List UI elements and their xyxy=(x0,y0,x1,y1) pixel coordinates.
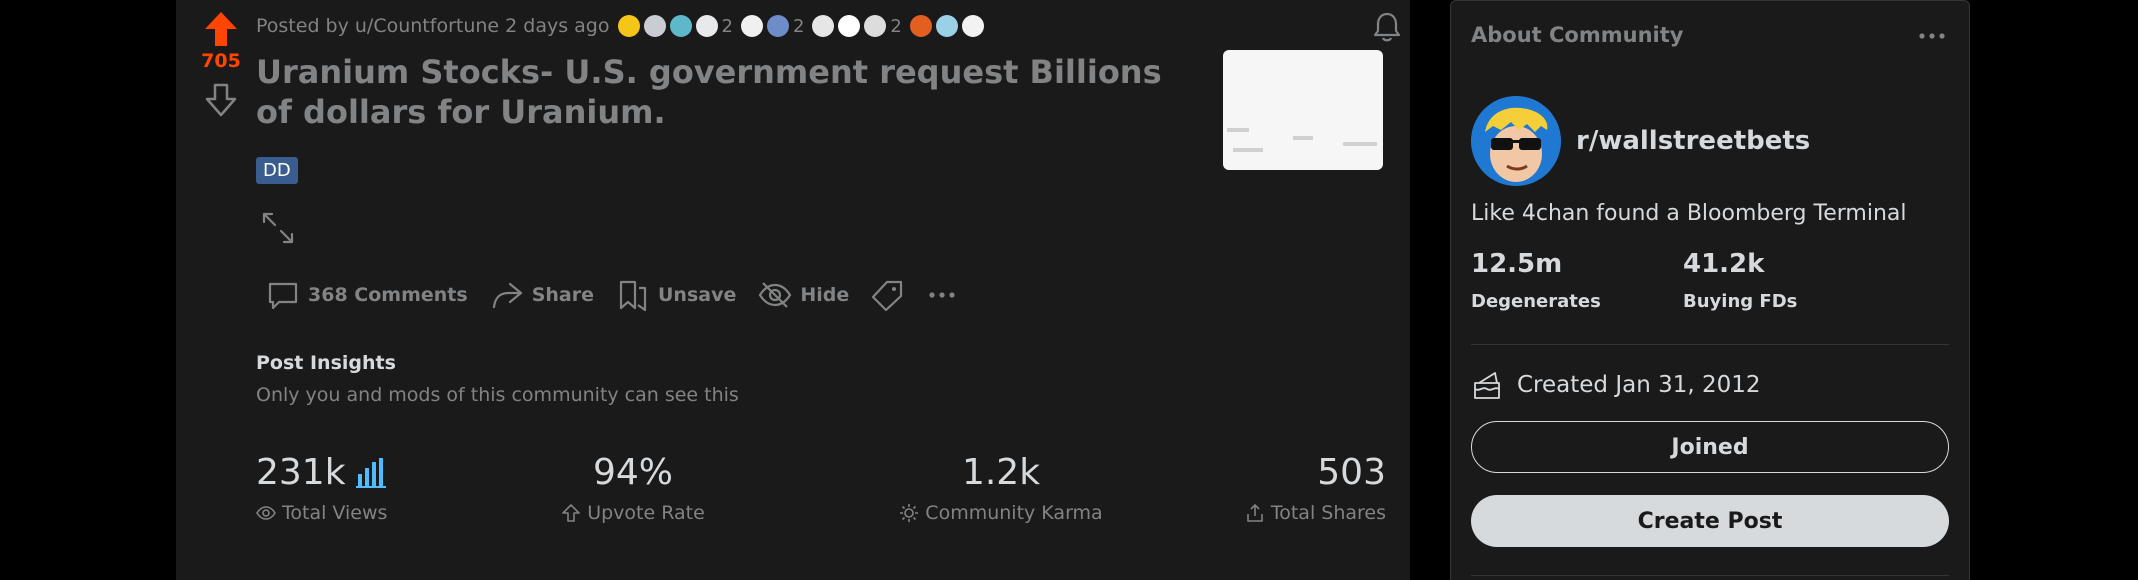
community-description: Like 4chan found a Bloomberg Terminal xyxy=(1471,201,1907,226)
stat-value: 503 xyxy=(1317,451,1386,493)
eye-icon xyxy=(256,506,276,520)
stat-upvote-rate: 94% Upvote Rate xyxy=(504,448,762,524)
post-actions: 368 Comments Share Unsave Hide xyxy=(260,272,963,318)
vote-score: 705 xyxy=(201,50,241,72)
stat-total-shares: 503 Total Shares xyxy=(1245,448,1386,524)
community-avatar[interactable] xyxy=(1471,96,1561,186)
statue-award-icon[interactable] xyxy=(935,15,958,37)
comments-button[interactable]: 368 Comments xyxy=(260,272,474,318)
more-options-icon[interactable] xyxy=(1915,19,1949,53)
comment-icon xyxy=(268,282,298,310)
stat-value: 94% xyxy=(592,451,673,493)
online-label: Buying FDs xyxy=(1683,291,1798,312)
upvote-outline-icon xyxy=(562,504,581,522)
awards-row[interactable]: 2 2 2 xyxy=(617,15,984,37)
ghost-award-icon[interactable] xyxy=(740,15,763,37)
share-button[interactable]: Share xyxy=(484,272,600,318)
created-date: Created Jan 31, 2012 xyxy=(1471,369,1761,401)
post-card: 705 Posted by u/Countfortune 2 days ago … xyxy=(176,0,1410,580)
share-label: Share xyxy=(531,284,594,306)
share-icon xyxy=(492,282,522,309)
unsave-label: Unsave xyxy=(657,284,737,306)
hide-label: Hide xyxy=(800,284,850,306)
award-count: 2 xyxy=(890,15,902,37)
stat-label: Community Karma xyxy=(925,502,1103,524)
comments-label: 368 Comments xyxy=(308,284,468,306)
bell-icon[interactable] xyxy=(1370,10,1404,44)
award-count: 2 xyxy=(792,15,805,37)
cake-icon xyxy=(1474,372,1500,399)
cloud-award-icon[interactable] xyxy=(812,15,835,37)
tag-button[interactable] xyxy=(865,272,911,318)
post-meta: Posted by u/Countfortune 2 days ago 2 2 2 xyxy=(256,10,984,42)
post-thumbnail[interactable] xyxy=(1223,50,1383,170)
expand-icon[interactable] xyxy=(260,210,296,246)
silver-award-icon[interactable] xyxy=(643,15,666,37)
downvote-arrow-icon[interactable] xyxy=(203,82,239,118)
members-label: Degenerates xyxy=(1471,291,1601,312)
sidebar-header: About Community xyxy=(1471,23,1684,47)
gold-award-icon[interactable] xyxy=(617,15,640,37)
stat-label: Upvote Rate xyxy=(587,502,705,524)
about-community-sidebar: About Community r/wallstreetbets Like 4c… xyxy=(1450,0,1970,580)
snoo-award-icon[interactable] xyxy=(961,15,984,37)
joined-button[interactable]: Joined xyxy=(1471,421,1949,473)
insights-stats: 231k Total Views 94% Upvote Rate 1.2k Co… xyxy=(256,448,1386,538)
hide-button[interactable]: Hide xyxy=(752,272,855,318)
cat-award-icon[interactable] xyxy=(838,15,861,37)
divider xyxy=(1471,344,1949,345)
stat-label: Total Shares xyxy=(1270,502,1386,524)
wsb-guy-icon xyxy=(1471,96,1561,186)
unsave-button[interactable]: Unsave xyxy=(610,272,742,318)
post-title[interactable]: Uranium Stocks- U.S. government request … xyxy=(256,52,1176,132)
fire-award-icon[interactable] xyxy=(909,15,932,37)
stat-community-karma: 1.2k Community Karma xyxy=(856,448,1146,524)
online-count: 41.2k xyxy=(1683,249,1765,279)
more-dots-icon xyxy=(929,292,955,298)
karma-icon xyxy=(900,504,919,522)
hide-eye-icon xyxy=(759,282,792,308)
bar-chart-icon[interactable] xyxy=(355,456,388,488)
stat-total-views: 231k Total Views xyxy=(256,448,388,525)
stonks-award-icon[interactable] xyxy=(864,15,887,37)
more-options-button[interactable] xyxy=(921,274,963,316)
post-insights: Post Insights Only you and mods of this … xyxy=(256,352,739,406)
rocket-award-icon[interactable] xyxy=(695,15,718,37)
insights-heading: Post Insights xyxy=(256,352,396,374)
posted-by[interactable]: Posted by u/Countfortune 2 days ago xyxy=(256,15,610,37)
stat-label: Total Views xyxy=(282,502,388,524)
insights-subtitle: Only you and mods of this community can … xyxy=(256,384,739,406)
stat-value: 231k xyxy=(256,451,346,493)
members-count: 12.5m xyxy=(1471,249,1563,279)
created-date-text: Created Jan 31, 2012 xyxy=(1517,372,1761,398)
divider xyxy=(1471,575,1949,576)
diamond-hands-award-icon[interactable] xyxy=(766,15,789,37)
stat-value: 1.2k xyxy=(961,451,1041,493)
award-count: 2 xyxy=(721,15,733,37)
create-post-button[interactable]: Create Post xyxy=(1471,495,1949,547)
community-name-link[interactable]: r/wallstreetbets xyxy=(1576,126,1810,156)
share-out-icon xyxy=(1247,504,1263,522)
wholesome-award-icon[interactable] xyxy=(669,15,692,37)
upvote-arrow-icon[interactable] xyxy=(203,10,239,48)
vote-column: 705 xyxy=(194,10,248,118)
bookmark-icon xyxy=(619,280,647,312)
post-flair[interactable]: DD xyxy=(256,157,298,184)
tag-icon xyxy=(872,280,903,312)
